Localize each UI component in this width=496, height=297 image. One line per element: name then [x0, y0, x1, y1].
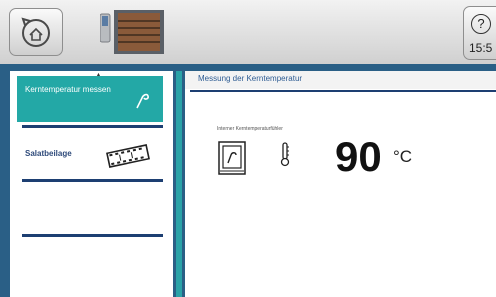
page-title: Messung der Kerntemperatur: [198, 74, 303, 83]
sidebar-scrollbar[interactable]: [176, 71, 182, 297]
divider: [22, 234, 163, 237]
undo-home-icon: [21, 17, 50, 47]
core-probe-icon: [136, 93, 149, 109]
home-back-button[interactable]: [9, 8, 63, 56]
temperature-value: 90: [335, 133, 382, 180]
content-header: Messung der Kerntemperatur: [185, 71, 496, 89]
sensor-label: Interner Kerntemperaturfühler: [217, 126, 283, 132]
oven-status-button[interactable]: [99, 10, 164, 54]
temperature-unit: °C: [393, 147, 413, 166]
sidebar-item-label: Kerntemperatur messen: [25, 85, 111, 94]
content-panel: Messung der Kerntemperatur Interner Kern…: [185, 71, 496, 297]
oven-probe-icon: [218, 141, 246, 175]
top-toolbar: ? 15:5: [0, 0, 496, 65]
help-button[interactable]: ? 15:5: [463, 6, 496, 60]
film-strip-icon: [106, 144, 150, 168]
clock: 15:5: [469, 41, 493, 55]
main-frame: ▲ Kerntemperatur messen Salatbeilage: [0, 64, 496, 297]
thermometer-icon: [280, 142, 290, 167]
sidebar-item-salatbeilage[interactable]: Salatbeilage: [17, 144, 167, 184]
sidebar-item-kerntemperatur[interactable]: Kerntemperatur messen: [17, 76, 163, 122]
divider: [190, 90, 496, 92]
divider: [22, 125, 163, 128]
divider: [22, 179, 163, 182]
combi-oven-icon: [99, 10, 164, 54]
help-icon: ?: [471, 14, 491, 34]
sidebar-item-empty[interactable]: [17, 184, 167, 234]
